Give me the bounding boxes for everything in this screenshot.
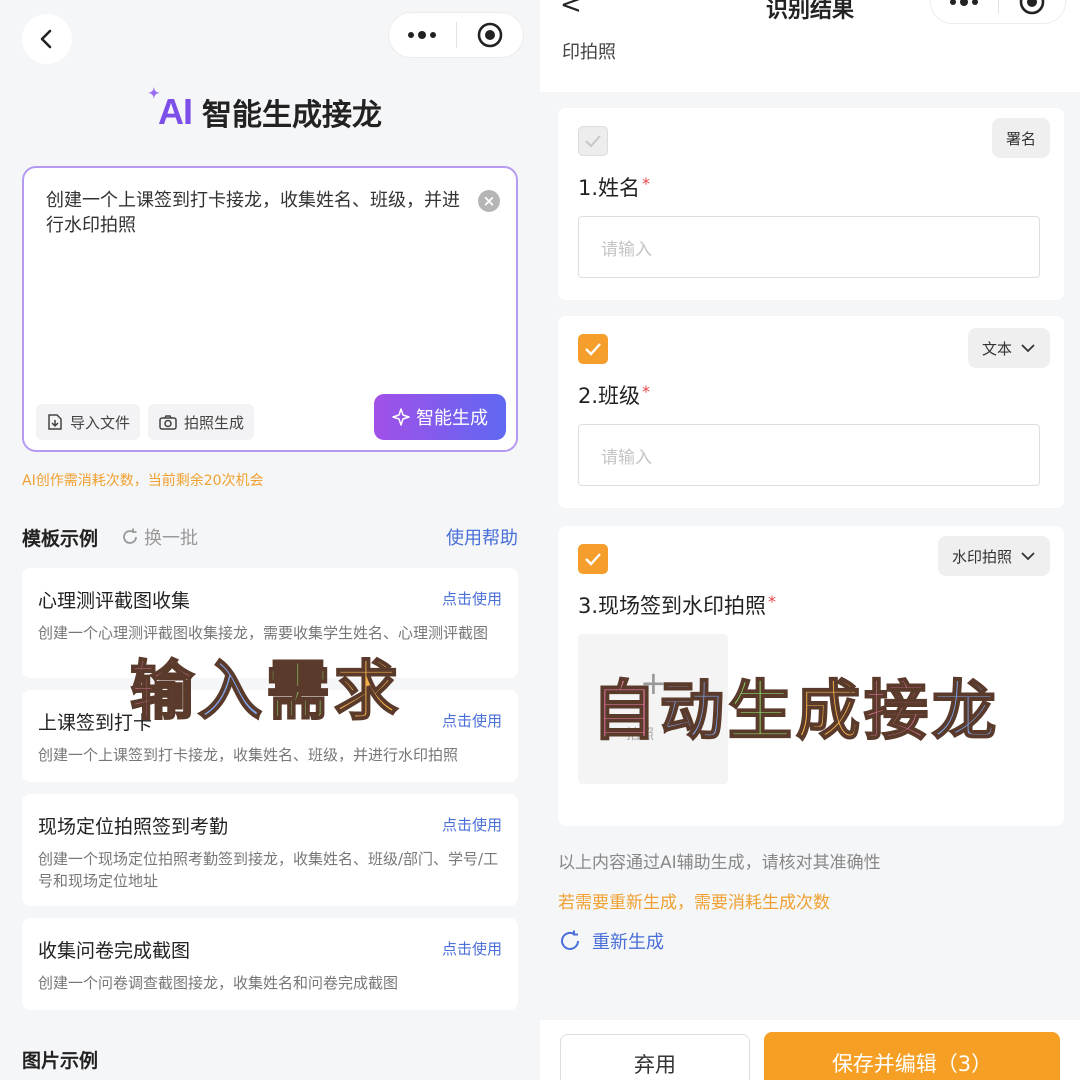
template-card[interactable]: 现场定位拍照签到考勤 点击使用 创建一个现场定位拍照考勤签到接龙，收集姓名、班级… [22,794,518,906]
overlay-caption-text: 输入需求 [129,654,402,730]
smart-generate-button[interactable]: 智能生成 [374,394,506,440]
field-label-text: 2.班级 [578,384,641,408]
more-menu-button[interactable] [931,0,998,23]
field-label: 3.现场签到水印拍照 * [578,590,776,620]
close-miniprogram-button[interactable] [999,0,1066,23]
refresh-label: 换一批 [144,528,199,549]
form-field-card: 署名 1.姓名 * 请输入 [558,108,1064,300]
refresh-templates-button[interactable]: 换一批 [120,524,198,550]
check-icon [585,135,601,148]
more-dots-icon [408,31,437,39]
sparkle-icon: ✦ [148,85,160,101]
field-label-text: 3.现场签到水印拍照 [578,594,767,618]
photo-generate-label: 拍照生成 [184,413,245,432]
regenerate-button[interactable]: 重新生成 [558,928,664,954]
page-title: ✦ AI 智能生成接龙 [0,84,540,140]
regenerate-label: 重新生成 [592,932,664,953]
check-icon [585,343,601,356]
prompt-input-card: 创建一个上课签到打卡接龙，收集姓名、班级，并进行水印拍照 × 导入文件 拍照生成… [22,166,518,452]
chevron-down-icon [1021,344,1035,353]
field-checkbox[interactable] [578,544,608,574]
field-type-label: 文本 [981,339,1012,358]
template-card[interactable]: 收集问卷完成截图 点击使用 创建一个问卷调查截图接龙，收集姓名和问卷完成截图 [22,918,518,1010]
template-use-link[interactable]: 点击使用 [442,938,502,959]
required-marker: * [642,174,651,193]
field-type-dropdown[interactable]: 文本 [967,328,1050,368]
field-type-tag[interactable]: 署名 [991,118,1050,158]
ai-logo: ✦ AI [148,85,193,133]
prompt-textarea[interactable]: 创建一个上课签到打卡接龙，收集姓名、班级，并进行水印拍照 [46,188,471,238]
ai-logo-text: AI [158,91,193,132]
miniprogram-capsule [930,0,1066,24]
smart-generate-label: 智能生成 [416,408,488,429]
result-subtitle: 印拍照 [562,42,616,63]
class-input[interactable]: 请输入 [578,424,1040,486]
field-type-label: 水印拍照 [951,547,1012,566]
more-menu-button[interactable] [389,13,456,57]
name-input[interactable]: 请输入 [578,216,1040,278]
template-name: 现场定位拍照签到考勤 [38,816,229,838]
import-file-icon [48,414,62,430]
required-marker: * [768,592,777,611]
field-label-text: 1.姓名 [578,176,641,200]
result-header: < 识别结果 印拍照 [540,0,1080,92]
page-title-text: 智能生成接龙 [202,98,382,133]
template-description: 创建一个问卷调查截图接龙，收集姓名和问卷完成截图 [38,974,399,992]
field-checkbox[interactable] [578,334,608,364]
template-description: 创建一个上课签到打卡接龙，收集姓名、班级，并进行水印拍照 [38,746,459,764]
required-marker: * [642,382,651,401]
target-icon [1019,0,1045,15]
footer-bar: 弃用 保存并编辑（3） [540,1020,1080,1080]
overlay-caption-left: 输入需求 [129,640,402,732]
regen-warning: 若需要重新生成，需要消耗生成次数 [558,893,830,913]
miniprogram-capsule [388,12,524,58]
image-examples-title: 图片示例 [22,1050,99,1072]
refresh-icon [561,930,579,950]
import-file-label: 导入文件 [70,413,131,432]
chevron-left-icon [40,29,52,49]
template-name: 收集问卷完成截图 [38,940,191,962]
form-field-card: 文本 2.班级 * 请输入 [558,316,1064,508]
overlay-caption-text: 自动生成接龙 [591,674,1000,750]
sparkle-icon [392,408,410,426]
clear-icon[interactable]: × [478,190,500,212]
template-use-link[interactable]: 点击使用 [442,588,502,609]
field-label: 2.班级 * [578,380,650,410]
quota-note: AI创作需消耗次数，当前剩余20次机会 [22,473,264,489]
field-checkbox[interactable] [578,126,608,156]
field-type-dropdown[interactable]: 水印拍照 [937,536,1050,576]
camera-icon [159,415,177,430]
target-icon [477,22,503,48]
close-miniprogram-button[interactable] [457,13,524,57]
template-description: 创建一个现场定位拍照考勤签到接龙，收集姓名、班级/部门、学号/工号和现场定位地址 [38,850,499,890]
right-panel: < 识别结果 印拍照 署名 1.姓名 * 请输入 文本 2.班级 * 请输入 水… [540,0,1080,1080]
template-use-link[interactable]: 点击使用 [442,814,502,835]
import-file-button[interactable]: 导入文件 [36,404,141,440]
field-label: 1.姓名 * [578,172,650,202]
photo-generate-button[interactable]: 拍照生成 [148,404,255,440]
template-name: 心理测评截图收集 [38,590,191,612]
chevron-down-icon [1021,552,1035,561]
discard-button[interactable]: 弃用 [560,1034,750,1080]
back-button[interactable] [22,14,72,64]
templates-title: 模板示例 [22,527,99,550]
ai-disclaimer: 以上内容通过AI辅助生成，请核对其准确性 [558,853,881,873]
more-dots-icon [950,0,979,6]
templates-header: 模板示例 换一批 使用帮助 [22,522,518,552]
left-panel: ✦ AI 智能生成接龙 创建一个上课签到打卡接龙，收集姓名、班级，并进行水印拍照 … [0,0,540,1080]
overlay-caption-right: 自动生成接龙 [591,660,1000,752]
save-and-edit-button[interactable]: 保存并编辑（3） [764,1032,1060,1080]
help-link[interactable]: 使用帮助 [446,524,518,550]
template-use-link[interactable]: 点击使用 [442,710,502,731]
check-icon [585,553,601,566]
refresh-icon [123,528,137,544]
field-type-label: 署名 [1005,129,1036,148]
